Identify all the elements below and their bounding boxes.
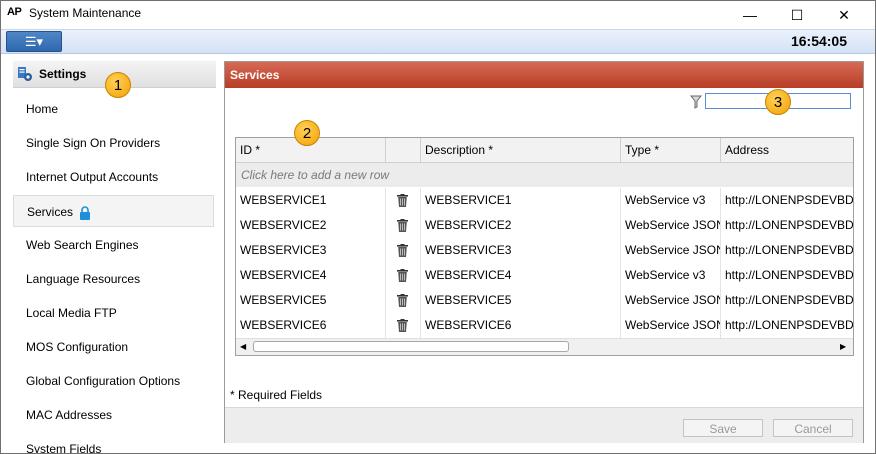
cell-actions (386, 213, 421, 238)
cell-actions (386, 188, 421, 213)
trash-icon[interactable] (397, 294, 408, 307)
sidebar-item-label: MAC Addresses (26, 408, 113, 422)
trash-icon[interactable] (397, 219, 408, 232)
sidebar-item-system-fields[interactable]: System Fields (13, 433, 214, 454)
cell-actions (386, 238, 421, 263)
cell-description[interactable]: WEBSERVICE2 (421, 213, 621, 238)
cell-address[interactable]: http://LONENPSDEVBD0 (721, 238, 853, 263)
sidebar-item-label: MOS Configuration (26, 340, 129, 354)
cell-actions (386, 288, 421, 313)
cell-type[interactable]: WebService JSON (621, 238, 721, 263)
scroll-left-icon[interactable]: ◀ (240, 342, 246, 351)
column-header-type[interactable]: Type * (621, 138, 721, 162)
cell-description[interactable]: WEBSERVICE3 (421, 238, 621, 263)
column-header-address[interactable]: Address (721, 138, 853, 162)
trash-icon[interactable] (397, 269, 408, 282)
required-fields-note: * Required Fields (230, 388, 323, 402)
cell-id[interactable]: WEBSERVICE3 (236, 238, 386, 263)
cell-address[interactable]: http://LONENPSDEVBD0 (721, 213, 853, 238)
lock-icon (80, 206, 91, 220)
sidebar-item-label: Local Media FTP (26, 306, 117, 320)
window-title: System Maintenance (29, 6, 142, 20)
sidebar-item-mos-configuration[interactable]: MOS Configuration (13, 331, 214, 363)
callout-badge-3: 3 (765, 89, 791, 115)
cell-description[interactable]: WEBSERVICE6 (421, 313, 621, 338)
sidebar-item-global-configuration-options[interactable]: Global Configuration Options (13, 365, 214, 397)
cell-address[interactable]: http://LONENPSDEVBD0 (721, 188, 853, 213)
cell-type[interactable]: WebService JSON (621, 213, 721, 238)
services-panel: Services ID * Description * Type * Addre… (224, 61, 864, 443)
cell-type[interactable]: WebService v3 (621, 188, 721, 213)
panel-footer: Save Cancel (225, 407, 863, 443)
cell-description[interactable]: WEBSERVICE1 (421, 188, 621, 213)
app-window: AP System Maintenance — ☐ ✕ ☰▾ 16:54:05 … (0, 0, 876, 454)
close-button[interactable]: ✕ (821, 3, 867, 27)
trash-icon[interactable] (397, 319, 408, 332)
cell-id[interactable]: WEBSERVICE2 (236, 213, 386, 238)
minimize-button[interactable]: — (727, 3, 773, 27)
cell-id[interactable]: WEBSERVICE5 (236, 288, 386, 313)
app-logo: AP (7, 6, 22, 18)
trash-icon[interactable] (397, 194, 408, 207)
settings-sidebar: Settings Home Single Sign On Providers I… (13, 61, 216, 454)
toolbar: ☰▾ 16:54:05 (1, 29, 875, 54)
cell-description[interactable]: WEBSERVICE5 (421, 288, 621, 313)
sidebar-item-home[interactable]: Home (13, 93, 214, 125)
trash-icon[interactable] (397, 244, 408, 257)
panel-title: Services (225, 62, 863, 88)
callout-badge-2: 2 (294, 120, 320, 146)
maximize-button[interactable]: ☐ (774, 3, 820, 27)
sidebar-item-local-media-ftp[interactable]: Local Media FTP (13, 297, 214, 329)
main-menu-button[interactable]: ☰▾ (6, 31, 62, 52)
callout-badge-1: 1 (105, 72, 131, 98)
sidebar-item-language-resources[interactable]: Language Resources (13, 263, 214, 295)
cell-type[interactable]: WebService JSON (621, 288, 721, 313)
sidebar-item-services[interactable]: Services (13, 195, 214, 227)
cell-type[interactable]: WebService JSON (621, 313, 721, 338)
sidebar-item-label: Internet Output Accounts (26, 170, 159, 184)
sidebar-header-label: Settings (39, 67, 87, 81)
filter-icon (690, 95, 702, 109)
sidebar-item-mac-addresses[interactable]: MAC Addresses (13, 399, 214, 431)
cell-id[interactable]: WEBSERVICE6 (236, 313, 386, 338)
table-row[interactable]: WEBSERVICE1 WEBSERVICE1 WebService v3 ht… (236, 188, 853, 213)
sidebar-item-label: Global Configuration Options (26, 374, 181, 388)
table-row[interactable]: WEBSERVICE6 WEBSERVICE6 WebService JSON … (236, 313, 853, 338)
clock: 16:54:05 (790, 33, 847, 49)
sidebar-item-web-search-engines[interactable]: Web Search Engines (13, 229, 214, 261)
sidebar-item-label: Home (26, 102, 59, 116)
sidebar-item-label: Services (27, 205, 74, 219)
scroll-right-icon[interactable]: ▶ (840, 342, 846, 351)
grid-header: ID * Description * Type * Address (236, 138, 853, 163)
cell-type[interactable]: WebService v3 (621, 263, 721, 288)
save-button[interactable]: Save (683, 419, 763, 437)
column-header-description[interactable]: Description * (421, 138, 621, 162)
cell-actions (386, 263, 421, 288)
add-new-row[interactable]: Click here to add a new row (236, 163, 853, 187)
sidebar-item-label: Language Resources (26, 272, 141, 286)
cell-address[interactable]: http://LONENPSDEVBD1 (721, 263, 853, 288)
title-bar: AP System Maintenance — ☐ ✕ (1, 1, 875, 29)
sidebar-item-internet-output-accounts[interactable]: Internet Output Accounts (13, 161, 214, 193)
scroll-thumb[interactable] (253, 341, 569, 352)
table-row[interactable]: WEBSERVICE3 WEBSERVICE3 WebService JSON … (236, 238, 853, 263)
column-header-actions[interactable] (386, 138, 421, 162)
cell-address[interactable]: http://LONENPSDEVBD1 (721, 288, 853, 313)
table-row[interactable]: WEBSERVICE4 WEBSERVICE4 WebService v3 ht… (236, 263, 853, 288)
sidebar-item-single-sign-on-providers[interactable]: Single Sign On Providers (13, 127, 214, 159)
cell-address[interactable]: http://LONENPSDEVBD1 (721, 313, 853, 338)
sidebar-item-label: Web Search Engines (26, 238, 139, 252)
horizontal-scrollbar[interactable]: ◀ ▶ (236, 338, 853, 355)
sidebar-item-label: Single Sign On Providers (26, 136, 161, 150)
cell-id[interactable]: WEBSERVICE4 (236, 263, 386, 288)
cell-id[interactable]: WEBSERVICE1 (236, 188, 386, 213)
settings-icon (18, 67, 32, 81)
cell-actions (386, 313, 421, 338)
table-row[interactable]: WEBSERVICE5 WEBSERVICE5 WebService JSON … (236, 288, 853, 313)
cancel-button[interactable]: Cancel (773, 419, 853, 437)
cell-description[interactable]: WEBSERVICE4 (421, 263, 621, 288)
services-grid: ID * Description * Type * Address Click … (235, 137, 854, 356)
sidebar-item-label: System Fields (26, 442, 102, 454)
table-row[interactable]: WEBSERVICE2 WEBSERVICE2 WebService JSON … (236, 213, 853, 238)
